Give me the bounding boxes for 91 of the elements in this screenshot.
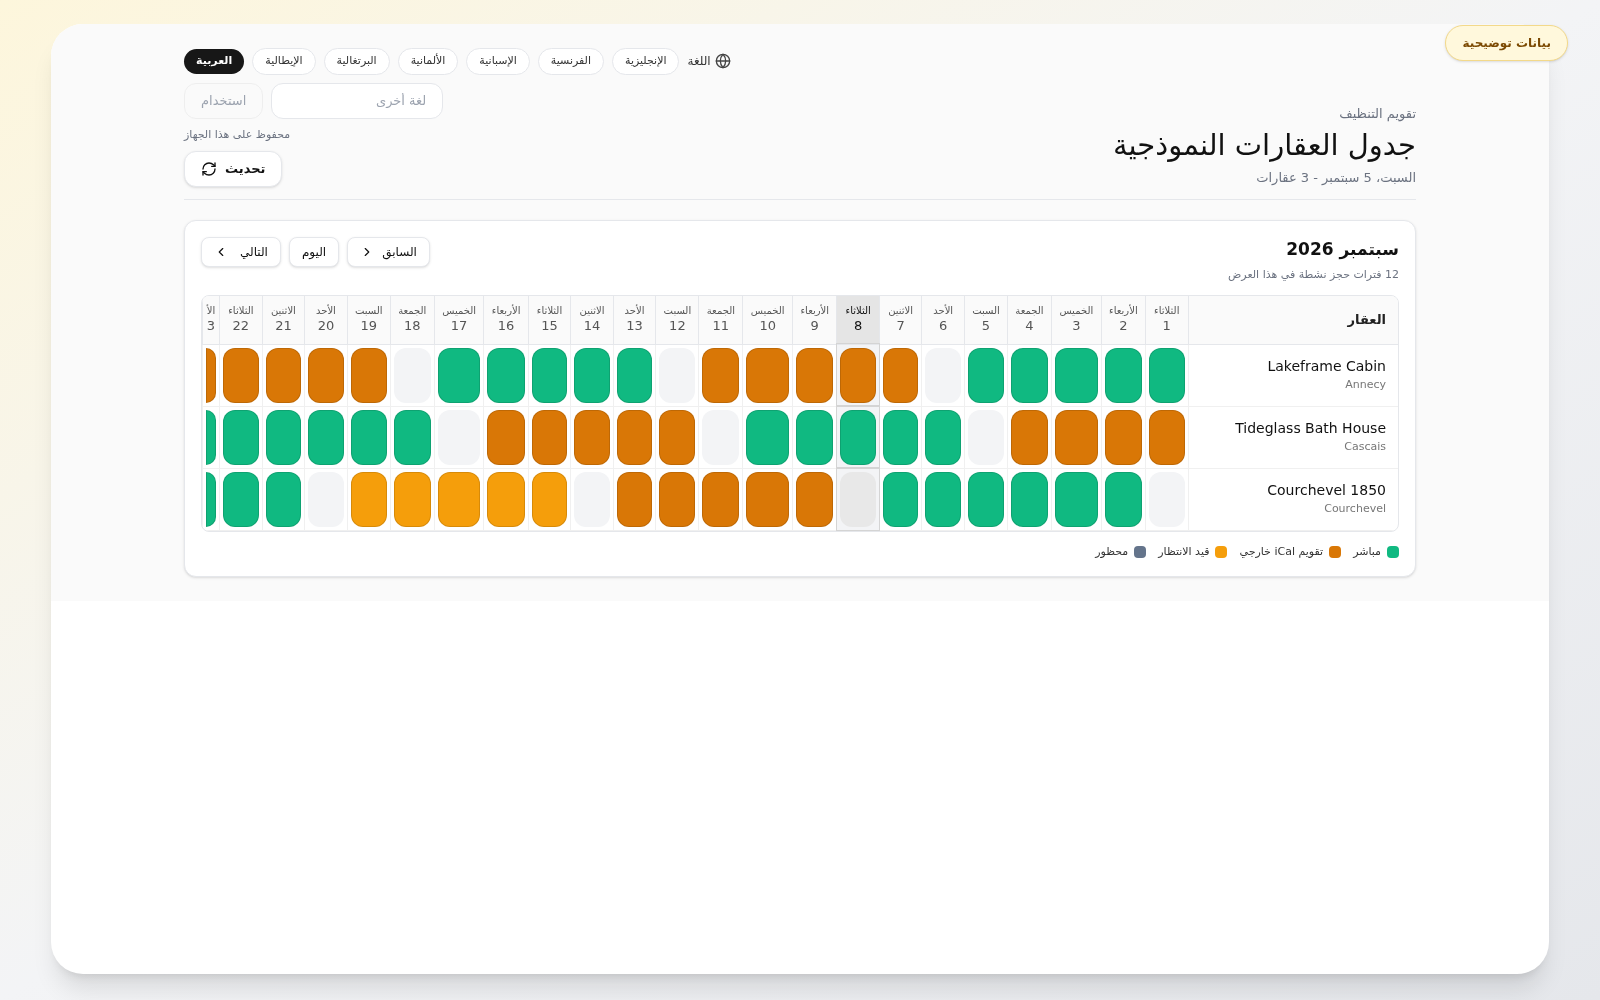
booking-block[interactable] <box>393 409 431 465</box>
booking-block[interactable] <box>659 471 696 527</box>
booking-block[interactable] <box>574 409 610 465</box>
booking-block[interactable] <box>746 471 790 527</box>
booking-block[interactable] <box>531 409 568 465</box>
booking-block[interactable] <box>702 471 740 527</box>
language-pill[interactable]: العربية <box>184 49 245 74</box>
property-location: Cascais <box>1344 439 1386 456</box>
booking-block[interactable] <box>487 347 525 403</box>
demo-badge: بيانات توضيحية <box>1445 25 1568 61</box>
booking-block[interactable] <box>882 347 919 403</box>
today-button[interactable]: اليوم <box>288 237 340 267</box>
booking-block[interactable] <box>1011 471 1048 527</box>
property-location: Annecy <box>1345 377 1386 394</box>
month-title: سبتمبر 2026 <box>1286 238 1399 262</box>
booking-block[interactable] <box>1104 471 1142 527</box>
previous-button[interactable]: السابق <box>347 237 430 267</box>
booking-block[interactable] <box>925 471 961 527</box>
language-pill[interactable]: الألمانية <box>397 48 459 75</box>
legend-label: قيد الانتظار <box>1158 543 1210 560</box>
language-pill[interactable]: الفرنسية <box>537 48 604 75</box>
booking-block[interactable] <box>796 471 834 527</box>
booking-block[interactable] <box>265 347 302 403</box>
refresh-button[interactable]: تحديث <box>184 151 283 187</box>
booking-block[interactable] <box>1149 409 1185 465</box>
booking-block[interactable] <box>206 471 216 527</box>
booking-block[interactable] <box>840 347 876 403</box>
booking-block[interactable] <box>1054 471 1098 527</box>
booking-block[interactable] <box>746 409 790 465</box>
property-name: Tideglass Bath House <box>1235 419 1386 439</box>
language-pill[interactable]: البرتغالية <box>323 48 390 75</box>
booking-block[interactable] <box>659 409 696 465</box>
booking-block[interactable] <box>616 347 653 403</box>
booking-block[interactable] <box>967 347 1005 403</box>
property-name: Courchevel 1850 <box>1267 481 1386 501</box>
booking-block[interactable] <box>437 471 481 527</box>
booking-block[interactable] <box>840 409 876 465</box>
language-label: اللغة <box>687 53 711 71</box>
booking-block[interactable] <box>531 347 568 403</box>
booking-block[interactable] <box>437 347 481 403</box>
language-pill[interactable]: الإنجليزية <box>612 48 680 75</box>
booking-block[interactable] <box>223 347 259 403</box>
property-location: Courchevel <box>1324 501 1386 518</box>
booking-block[interactable] <box>223 409 259 465</box>
booking-block[interactable] <box>487 471 525 527</box>
booking-block[interactable] <box>574 347 610 403</box>
booking-block[interactable] <box>487 409 525 465</box>
booking-block[interactable] <box>1104 409 1142 465</box>
booking-block[interactable] <box>702 347 740 403</box>
booking-block[interactable] <box>967 471 1005 527</box>
booking-block[interactable] <box>350 409 387 465</box>
booking-block[interactable] <box>531 471 568 527</box>
page-subtitle: السبت، 5 سبتمبر - 3 عقارات <box>1256 168 1416 187</box>
booking-summary: 12 فترات حجز نشطة في هذا العرض <box>1228 266 1399 283</box>
booking-block[interactable] <box>206 347 216 403</box>
language-pill[interactable]: الإيطالية <box>252 48 316 75</box>
refresh-icon <box>201 161 217 177</box>
booking-block[interactable] <box>265 471 302 527</box>
language-pill[interactable]: الإسبانية <box>466 48 530 75</box>
booking-block[interactable] <box>1054 347 1098 403</box>
booking-block[interactable] <box>796 347 834 403</box>
booking-block[interactable] <box>616 409 653 465</box>
property-name: Lakeframe Cabin <box>1267 357 1386 377</box>
booking-block[interactable] <box>393 471 431 527</box>
saved-note: محفوظ على هذا الجهاز <box>184 126 291 143</box>
booking-block[interactable] <box>223 471 259 527</box>
booking-block[interactable] <box>308 409 344 465</box>
booking-block[interactable] <box>746 347 790 403</box>
legend-label: تقويم iCal خارجي <box>1239 543 1324 560</box>
booking-block[interactable] <box>1011 409 1048 465</box>
booking-block[interactable] <box>616 471 653 527</box>
booking-block[interactable] <box>1054 409 1098 465</box>
legend-label: مباشر <box>1353 543 1381 560</box>
booking-block[interactable] <box>882 409 919 465</box>
booking-block[interactable] <box>1011 347 1048 403</box>
booking-block[interactable] <box>925 409 961 465</box>
booking-block[interactable] <box>882 471 919 527</box>
booking-block[interactable] <box>265 409 302 465</box>
booking-block[interactable] <box>1149 347 1185 403</box>
booking-block[interactable] <box>1104 347 1142 403</box>
property-column-header: العقار <box>1188 296 1398 344</box>
page-title: جدول العقارات النموذجية <box>1113 127 1416 164</box>
booking-block[interactable] <box>350 471 387 527</box>
globe-icon <box>714 53 731 70</box>
booking-block[interactable] <box>308 347 344 403</box>
legend-label: محظور <box>1095 543 1129 560</box>
booking-block[interactable] <box>796 409 834 465</box>
booking-block[interactable] <box>206 409 216 465</box>
eyebrow-text: تقويم التنظيف <box>1339 104 1416 124</box>
booking-block[interactable] <box>350 347 387 403</box>
next-button[interactable]: التالي <box>201 237 281 267</box>
